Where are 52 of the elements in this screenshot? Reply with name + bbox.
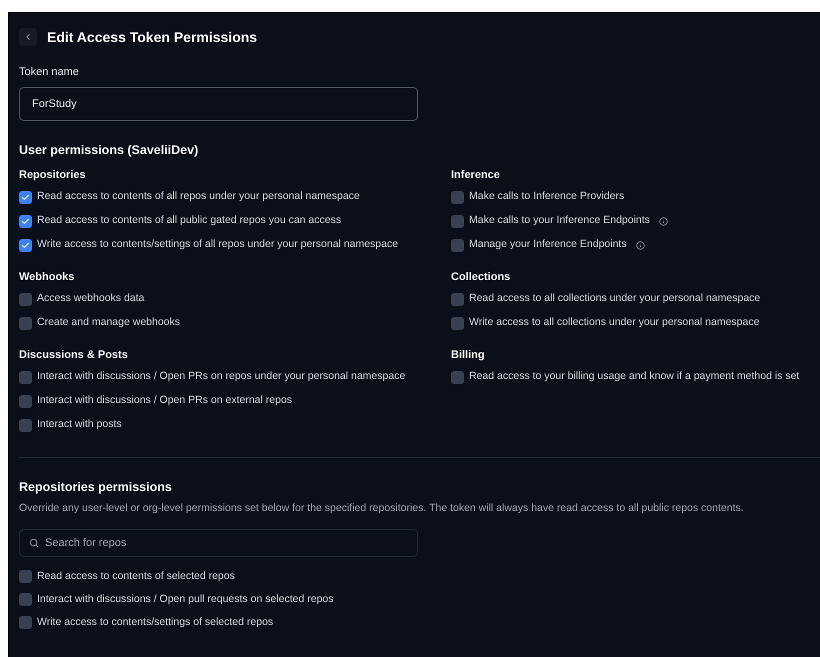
- permission-label: Write access to contents/settings of all repos under your personal namespace: [37, 237, 398, 252]
- back-button[interactable]: [19, 28, 37, 46]
- checkbox[interactable]: [19, 292, 32, 306]
- permission-label: Read access to all collections under your personal namespace: [469, 291, 760, 306]
- group-title: Repositories: [19, 168, 86, 183]
- repo-search-field[interactable]: Search for repos: [19, 528, 418, 557]
- permission-label: Read access to contents of all public gated repos you can access: [37, 213, 342, 228]
- search-icon: [29, 538, 39, 548]
- permission-label: Manage your Inference Endpoints: [469, 237, 627, 252]
- checkbox[interactable]: [19, 593, 32, 606]
- checkbox[interactable]: [19, 394, 32, 408]
- permission-label: Interact with discussions / Open PRs on repos under your personal namespace: [37, 369, 406, 384]
- check-icon: [21, 240, 30, 250]
- group-title: Collections: [451, 270, 510, 285]
- permission-label: Interact with discussions / Open pull requests on selected repos: [37, 592, 334, 607]
- permission-label: Interact with posts: [37, 417, 122, 432]
- checkbox[interactable]: [451, 370, 464, 384]
- checkbox[interactable]: [451, 316, 464, 330]
- field-label: Token name: [19, 65, 79, 80]
- section-title: Repositories permissions: [19, 479, 172, 496]
- checkbox[interactable]: [19, 316, 32, 330]
- group-title: Webhooks: [19, 270, 74, 285]
- group-title: Billing: [451, 348, 485, 363]
- permission-label: Read access to your billing usage and know if a payment method is set: [469, 369, 800, 384]
- checkbox[interactable]: [19, 570, 32, 584]
- checkbox[interactable]: [451, 292, 464, 306]
- checkbox[interactable]: [19, 190, 32, 204]
- section-description: Override any user-level or org-level permissions set below for the specified repositories. The token will always have read access to all public repos contents.: [19, 501, 744, 516]
- permission-label: Create and manage webhooks: [37, 315, 180, 330]
- permission-label: Read access to contents of all repos under your personal namespace: [37, 189, 360, 204]
- checkbox[interactable]: [19, 370, 32, 384]
- checkbox[interactable]: [19, 616, 32, 630]
- permission-label: Make calls to Inference Providers: [469, 189, 624, 204]
- permission-label: Access webhooks data: [37, 291, 144, 306]
- page-title: Edit Access Token Permissions: [47, 28, 258, 46]
- permission-label: Make calls to your Inference Endpoints: [469, 213, 650, 228]
- check-icon: [21, 216, 30, 226]
- token-name-field[interactable]: ForStudy: [19, 86, 418, 120]
- check-icon: [21, 192, 30, 202]
- checkbox[interactable]: [19, 238, 32, 252]
- checkbox[interactable]: [451, 238, 464, 252]
- group-title: Inference: [451, 168, 500, 183]
- group-title: Discussions & Posts: [19, 348, 128, 363]
- checkbox[interactable]: [19, 418, 32, 432]
- checkbox[interactable]: [19, 214, 32, 228]
- permission-label: Interact with discussions / Open PRs on external repos: [37, 393, 292, 408]
- permission-label: Write access to all collections under your personal namespace: [469, 315, 760, 330]
- checkbox[interactable]: [451, 190, 464, 204]
- section-title: User permissions (SaveliiDev): [19, 142, 198, 159]
- permission-label: Read access to contents of selected repos: [37, 568, 235, 584]
- checkbox[interactable]: [451, 214, 464, 228]
- permission-label: Write access to contents/settings of selected repos: [37, 614, 274, 630]
